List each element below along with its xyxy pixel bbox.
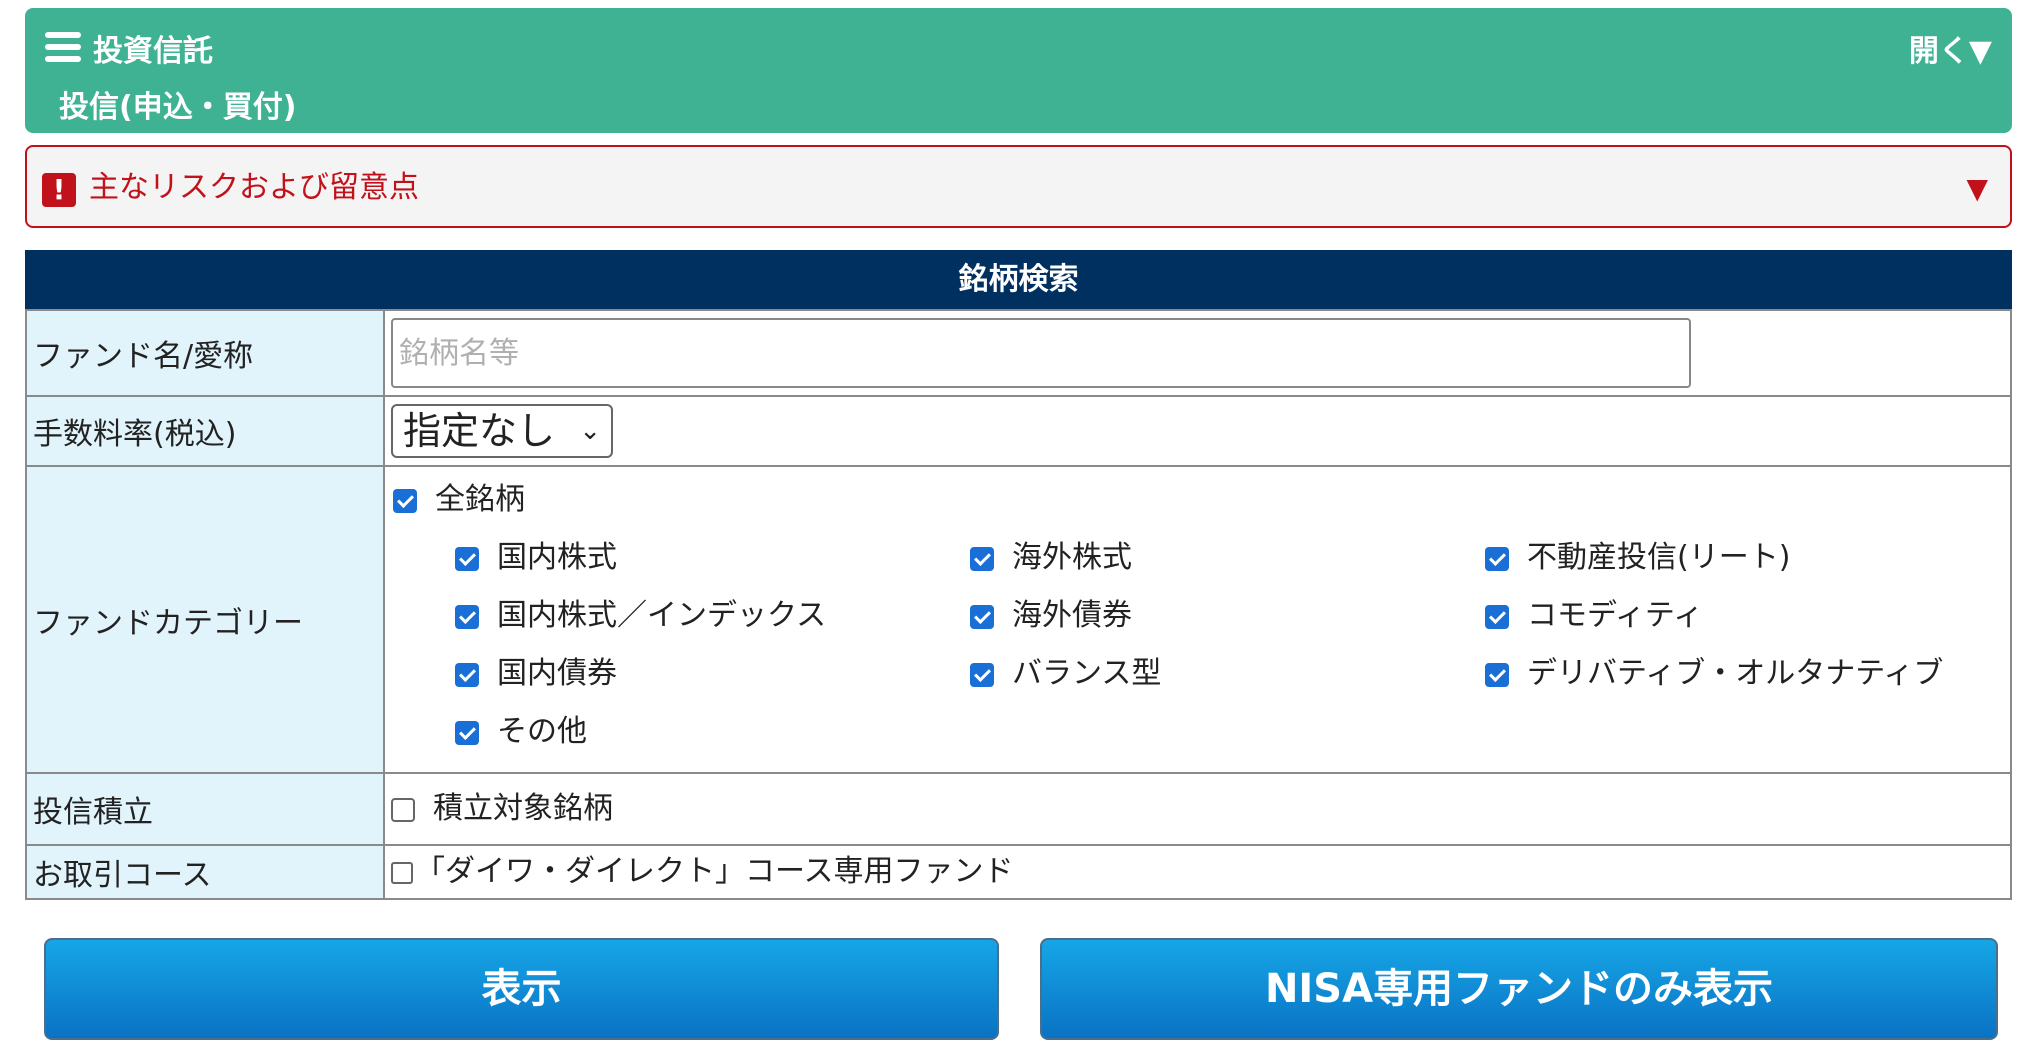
- checkbox-unchecked-icon[interactable]: [391, 797, 415, 822]
- category-option[interactable]: その他: [455, 712, 587, 752]
- checkbox-unchecked-icon[interactable]: [391, 861, 413, 884]
- nisa-only-button[interactable]: NISA専用ファンドのみ表示: [1040, 938, 1998, 1040]
- checkbox-checked-icon[interactable]: [455, 604, 479, 629]
- fund-name-cell: [383, 309, 2012, 397]
- category-option-label: コモディティ: [1527, 598, 1704, 633]
- accumulation-label: 投信積立: [25, 772, 385, 846]
- category-row: ファンドカテゴリー 全銘柄 国内株式 海外株式 不動産投信(リート) 国内株式／…: [25, 465, 2012, 774]
- checkbox-checked-icon[interactable]: [1485, 604, 1509, 629]
- category-option[interactable]: デリバティブ・オルタナティブ: [1485, 654, 1943, 694]
- checkbox-checked-icon[interactable]: [970, 662, 994, 687]
- header-title: 投資信託: [93, 34, 213, 69]
- fee-cell: 指定なし ⌄: [383, 395, 2012, 467]
- category-option[interactable]: 国内株式／インデックス: [455, 596, 826, 636]
- category-option-label: 不動産投信(リート): [1527, 540, 1791, 575]
- category-option[interactable]: 国内株式: [455, 538, 617, 578]
- search-form-table: ファンド名/愛称 手数料率(税込) 指定なし ⌄ ファンドカテゴリー 全銘柄: [25, 309, 2012, 900]
- fund-search-panel: 銘柄検索 ファンド名/愛称 手数料率(税込) 指定なし ⌄ ファンドカテゴリー: [25, 250, 2012, 900]
- show-button[interactable]: 表示: [44, 938, 999, 1040]
- accumulation-cell: 積立対象銘柄: [383, 772, 2012, 846]
- category-option-label: バランス型: [1012, 656, 1162, 691]
- category-option-label: 国内株式／インデックス: [497, 598, 827, 633]
- hamburger-menu-icon[interactable]: [45, 32, 81, 62]
- category-option[interactable]: 国内債券: [455, 654, 617, 694]
- category-option[interactable]: 不動産投信(リート): [1485, 538, 1790, 578]
- category-option-label: その他: [497, 714, 587, 749]
- chevron-down-icon: ⌄: [579, 416, 601, 446]
- category-option-label: 国内債券: [497, 656, 617, 691]
- risk-notice-toggle[interactable]: ! 主なリスクおよび留意点 ▼: [25, 145, 2012, 228]
- category-option[interactable]: コモディティ: [1485, 596, 1703, 636]
- category-option-label: 海外株式: [1012, 540, 1132, 575]
- warning-icon: !: [42, 173, 76, 207]
- header-subtitle: 投信(申込・買付): [59, 90, 297, 125]
- fee-row: 手数料率(税込) 指定なし ⌄: [25, 395, 2012, 467]
- category-option-label: デリバティブ・オルタナティブ: [1527, 656, 1944, 691]
- course-row: お取引コース 「ダイワ・ダイレクト」コース専用ファンド: [25, 844, 2012, 900]
- fee-label: 手数料率(税込): [25, 395, 385, 467]
- checkbox-checked-icon[interactable]: [1485, 546, 1509, 571]
- category-option[interactable]: バランス型: [970, 654, 1161, 694]
- category-cell: 全銘柄 国内株式 海外株式 不動産投信(リート) 国内株式／インデックス 海外債…: [383, 465, 2012, 774]
- category-all-label: 全銘柄: [435, 482, 525, 517]
- category-option[interactable]: 海外株式: [970, 538, 1132, 578]
- accumulation-option-label: 積立対象銘柄: [433, 791, 613, 826]
- category-option[interactable]: 海外債券: [970, 596, 1132, 636]
- accumulation-option[interactable]: 積立対象銘柄: [391, 791, 613, 826]
- fund-name-row: ファンド名/愛称: [25, 309, 2012, 397]
- checkbox-checked-icon[interactable]: [1485, 662, 1509, 687]
- checkbox-checked-icon[interactable]: [455, 662, 479, 687]
- checkbox-checked-icon[interactable]: [970, 546, 994, 571]
- fund-name-input[interactable]: [391, 318, 1691, 388]
- checkbox-checked-icon[interactable]: [970, 604, 994, 629]
- checkbox-checked-icon[interactable]: [455, 720, 479, 745]
- search-panel-title: 銘柄検索: [25, 250, 2012, 309]
- page-header: 投資信託 投信(申込・買付) 開く▼: [25, 8, 2012, 133]
- category-option-label: 国内株式: [497, 540, 617, 575]
- triangle-down-icon: ▼: [1966, 172, 1988, 205]
- category-all-option[interactable]: 全銘柄: [393, 480, 525, 520]
- course-label: お取引コース: [25, 844, 385, 900]
- fee-rate-selected: 指定なし: [403, 409, 556, 453]
- category-label: ファンドカテゴリー: [25, 465, 385, 774]
- category-options: 全銘柄 国内株式 海外株式 不動産投信(リート) 国内株式／インデックス 海外債…: [385, 468, 2010, 771]
- checkbox-checked-icon[interactable]: [393, 488, 417, 513]
- header-open-toggle[interactable]: 開く▼: [1909, 32, 1992, 72]
- fund-name-label: ファンド名/愛称: [25, 309, 385, 397]
- checkbox-checked-icon[interactable]: [455, 546, 479, 571]
- course-option[interactable]: 「ダイワ・ダイレクト」コース専用ファンド: [391, 854, 1014, 889]
- course-option-label: 「ダイワ・ダイレクト」コース専用ファンド: [415, 854, 1014, 889]
- risk-notice-label: 主なリスクおよび留意点: [89, 170, 419, 205]
- category-option-label: 海外債券: [1012, 598, 1132, 633]
- accumulation-row: 投信積立 積立対象銘柄: [25, 772, 2012, 846]
- course-cell: 「ダイワ・ダイレクト」コース専用ファンド: [383, 844, 2012, 900]
- fee-rate-select[interactable]: 指定なし ⌄: [391, 404, 613, 458]
